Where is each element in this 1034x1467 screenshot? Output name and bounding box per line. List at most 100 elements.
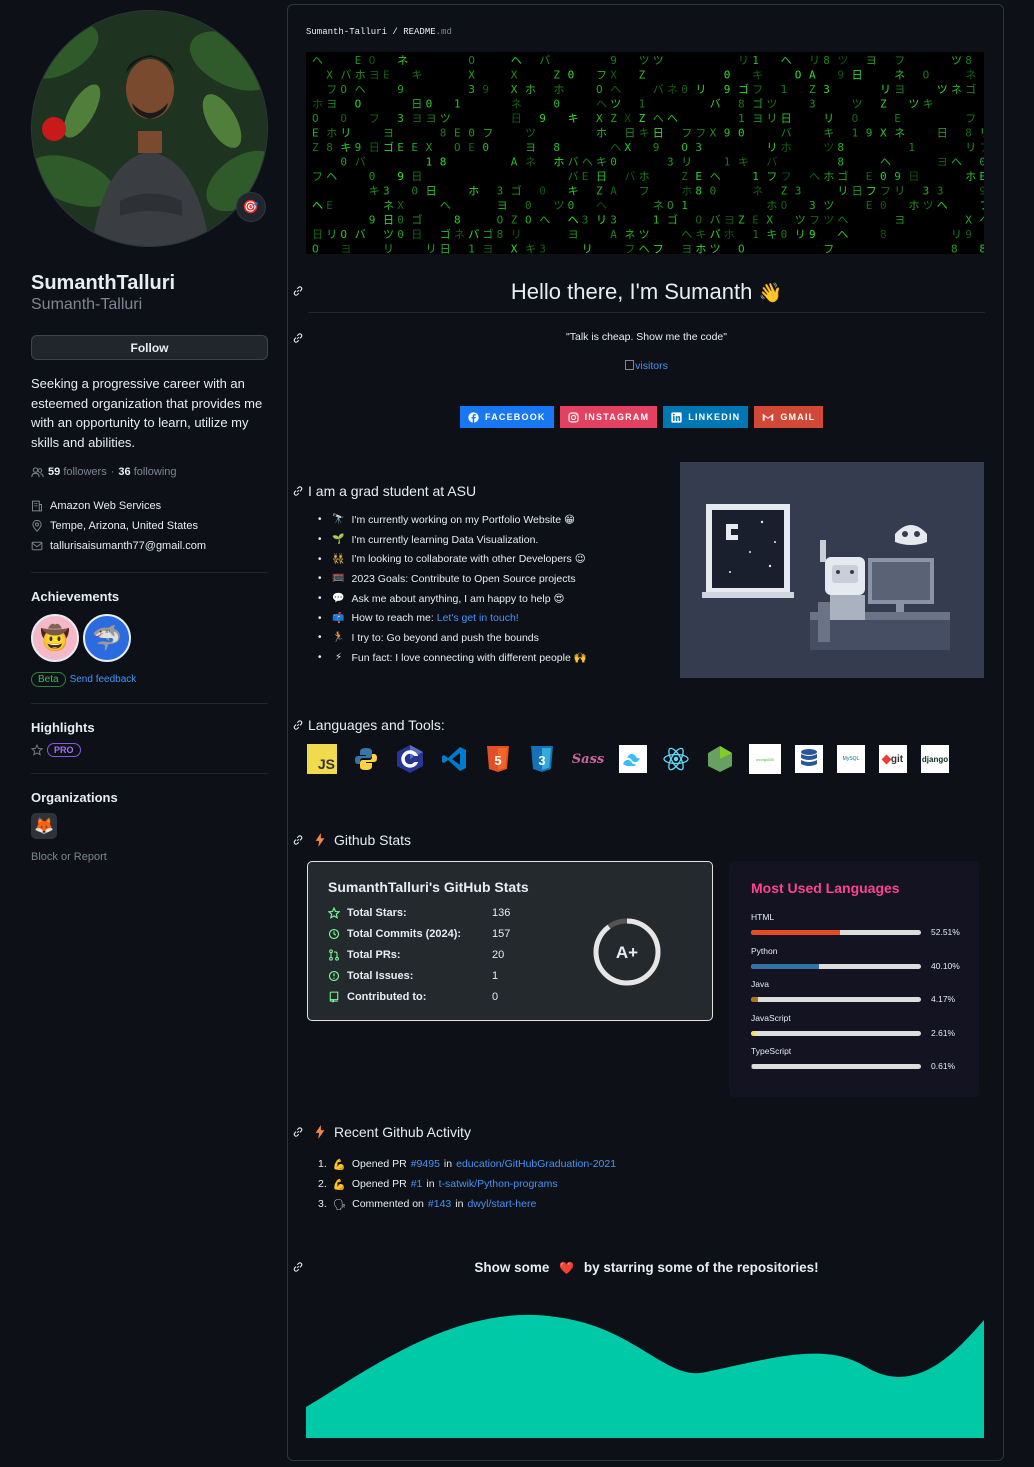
matrix-glyph: 3 — [923, 185, 930, 198]
git-icon[interactable]: git — [879, 745, 907, 773]
matrix-glyph: O — [596, 83, 603, 96]
hello-heading: Hello there, I'm Sumanth 👋 — [308, 278, 985, 308]
followers-link[interactable]: 59 followers — [48, 466, 107, 478]
matrix-glyph: 0 — [568, 199, 575, 212]
matrix-glyph: ゴ — [752, 97, 763, 111]
linkedin-badge[interactable]: LINKEDIN — [663, 406, 749, 428]
activity-ref-link[interactable]: #1 — [411, 1178, 423, 1190]
following-link[interactable]: 36 following — [118, 466, 176, 478]
avatar[interactable] — [31, 10, 268, 247]
activity-repo-link[interactable]: t-satwik/Python-programs — [439, 1178, 558, 1190]
matrix-glyph: 8 — [823, 54, 830, 67]
matrix-glyph: ツ — [852, 98, 863, 111]
breadcrumb-file[interactable]: README — [403, 27, 435, 37]
matrix-glyph: E — [979, 170, 984, 183]
achievements-title[interactable]: Achievements — [31, 589, 268, 604]
matrix-glyph: 8 — [837, 141, 844, 154]
python-icon[interactable] — [351, 744, 381, 774]
sass-icon[interactable]: Sass — [571, 744, 605, 774]
nodejs-icon[interactable] — [705, 744, 735, 774]
achievement-badge-shark[interactable]: 🦈 — [83, 614, 131, 662]
activity-repo-link[interactable]: education/GitHubGraduation-2021 — [456, 1158, 616, 1170]
matrix-glyph: リ — [766, 112, 777, 125]
javascript-icon[interactable]: JS — [307, 744, 337, 774]
matrix-glyph: ツ — [639, 228, 650, 241]
matrix-glyph: リ — [511, 228, 522, 241]
database-icon[interactable] — [795, 745, 823, 773]
follow-button[interactable]: Follow — [31, 335, 268, 360]
gmail-badge[interactable]: GMAIL — [754, 406, 824, 428]
goal-emoji: 🥅 — [332, 573, 345, 585]
language-item: Python 40.10% — [751, 946, 971, 971]
anchor-link-icon[interactable] — [292, 485, 304, 497]
anchor-link-icon[interactable] — [292, 1126, 304, 1138]
vscode-icon[interactable] — [439, 744, 469, 774]
visitors-link[interactable]: visitors — [635, 360, 668, 372]
matrix-glyph: 9 — [653, 141, 660, 154]
matrix-glyph: 日 — [411, 98, 422, 111]
block-report-link[interactable]: Block or Report — [31, 851, 268, 863]
css3-icon[interactable]: 3 — [527, 744, 557, 774]
react-icon[interactable] — [661, 744, 691, 774]
matrix-glyph: 3 — [539, 243, 546, 255]
mysql-icon[interactable]: MySQL — [837, 745, 865, 773]
c-language-icon[interactable] — [395, 744, 425, 774]
matrix-glyph: ヨ — [340, 243, 351, 255]
matrix-glyph: キ — [411, 69, 422, 82]
tailwind-icon[interactable] — [619, 745, 647, 773]
profile-login: Sumanth-Talluri — [31, 296, 143, 313]
anchor-link-icon[interactable] — [292, 834, 304, 846]
anchor-link-icon[interactable] — [292, 332, 304, 344]
matrix-glyph: ホ — [908, 199, 919, 212]
email-link[interactable]: tallurisaisumanth77@gmail.com — [50, 540, 206, 552]
language-item: HTML 52.51% — [751, 912, 971, 937]
django-icon[interactable]: django — [921, 745, 949, 773]
activity-ref-link[interactable]: #9495 — [411, 1158, 440, 1170]
language-bar — [751, 1064, 921, 1069]
visitors-badge[interactable]: visitors — [308, 360, 985, 372]
instagram-label: INSTAGRAM — [584, 412, 650, 422]
stat-row-prs: Total PRs: 20 — [328, 949, 504, 961]
matrix-glyph: フ — [369, 112, 380, 125]
matrix-glyph: ネ — [624, 228, 635, 241]
matrix-glyph: ゴ — [383, 140, 394, 154]
language-percent: 2.61% — [931, 1027, 956, 1038]
matrix-glyph: リ — [582, 243, 593, 255]
send-feedback-link[interactable]: Send feedback — [70, 674, 137, 685]
matrix-glyph: ゴ — [411, 213, 422, 227]
matrix-glyph: O — [852, 112, 859, 125]
social-badges: FACEBOOK INSTAGRAM LINKEDIN GMAIL — [460, 406, 824, 428]
matrix-glyph: バ — [539, 54, 550, 67]
matrix-glyph: ホ — [525, 83, 536, 96]
matrix-glyph: フ — [653, 243, 664, 255]
stat-value: 136 — [492, 907, 511, 919]
matrix-glyph: Z — [880, 98, 887, 111]
activity-ref-link[interactable]: #143 — [428, 1198, 451, 1210]
company: Amazon Web Services — [50, 500, 162, 512]
matrix-glyph: 日 — [369, 141, 380, 154]
facebook-badge[interactable]: FACEBOOK — [460, 406, 554, 428]
activity-repo-link[interactable]: dwyl/start-here — [467, 1198, 536, 1210]
matrix-glyph: O — [923, 69, 930, 82]
anchor-link-icon[interactable] — [292, 719, 304, 731]
status-emoji[interactable]: 🎯 — [236, 192, 266, 222]
contact-link[interactable]: Let's get in touch! — [437, 612, 519, 624]
matrix-glyph: 0 — [880, 199, 887, 212]
instagram-badge[interactable]: INSTAGRAM — [559, 406, 658, 428]
organization-logo[interactable]: 🦊 — [31, 813, 57, 839]
matrix-glyph: E — [454, 127, 461, 140]
breadcrumb-user[interactable]: Sumanth-Talluri — [306, 27, 387, 37]
matrix-glyph: 3 — [823, 83, 830, 96]
matrix-glyph: ホ — [326, 127, 337, 140]
matrix-glyph: ツ — [553, 199, 564, 212]
html5-icon[interactable]: 5 — [483, 744, 513, 774]
svg-text:3: 3 — [538, 753, 545, 768]
anchor-link-icon[interactable] — [292, 1261, 304, 1273]
tools-row: JS 5 3 Sass mongoDB MySQL git django — [307, 744, 949, 774]
achievement-badge-cowboy[interactable]: 🤠 — [31, 614, 79, 662]
speech-emoji: 💬 — [332, 593, 345, 605]
matrix-glyph: O — [369, 54, 376, 67]
mongodb-icon[interactable]: mongoDB — [749, 744, 781, 774]
anchor-link-icon[interactable] — [292, 285, 304, 297]
matrix-glyph: 9 — [837, 69, 844, 82]
